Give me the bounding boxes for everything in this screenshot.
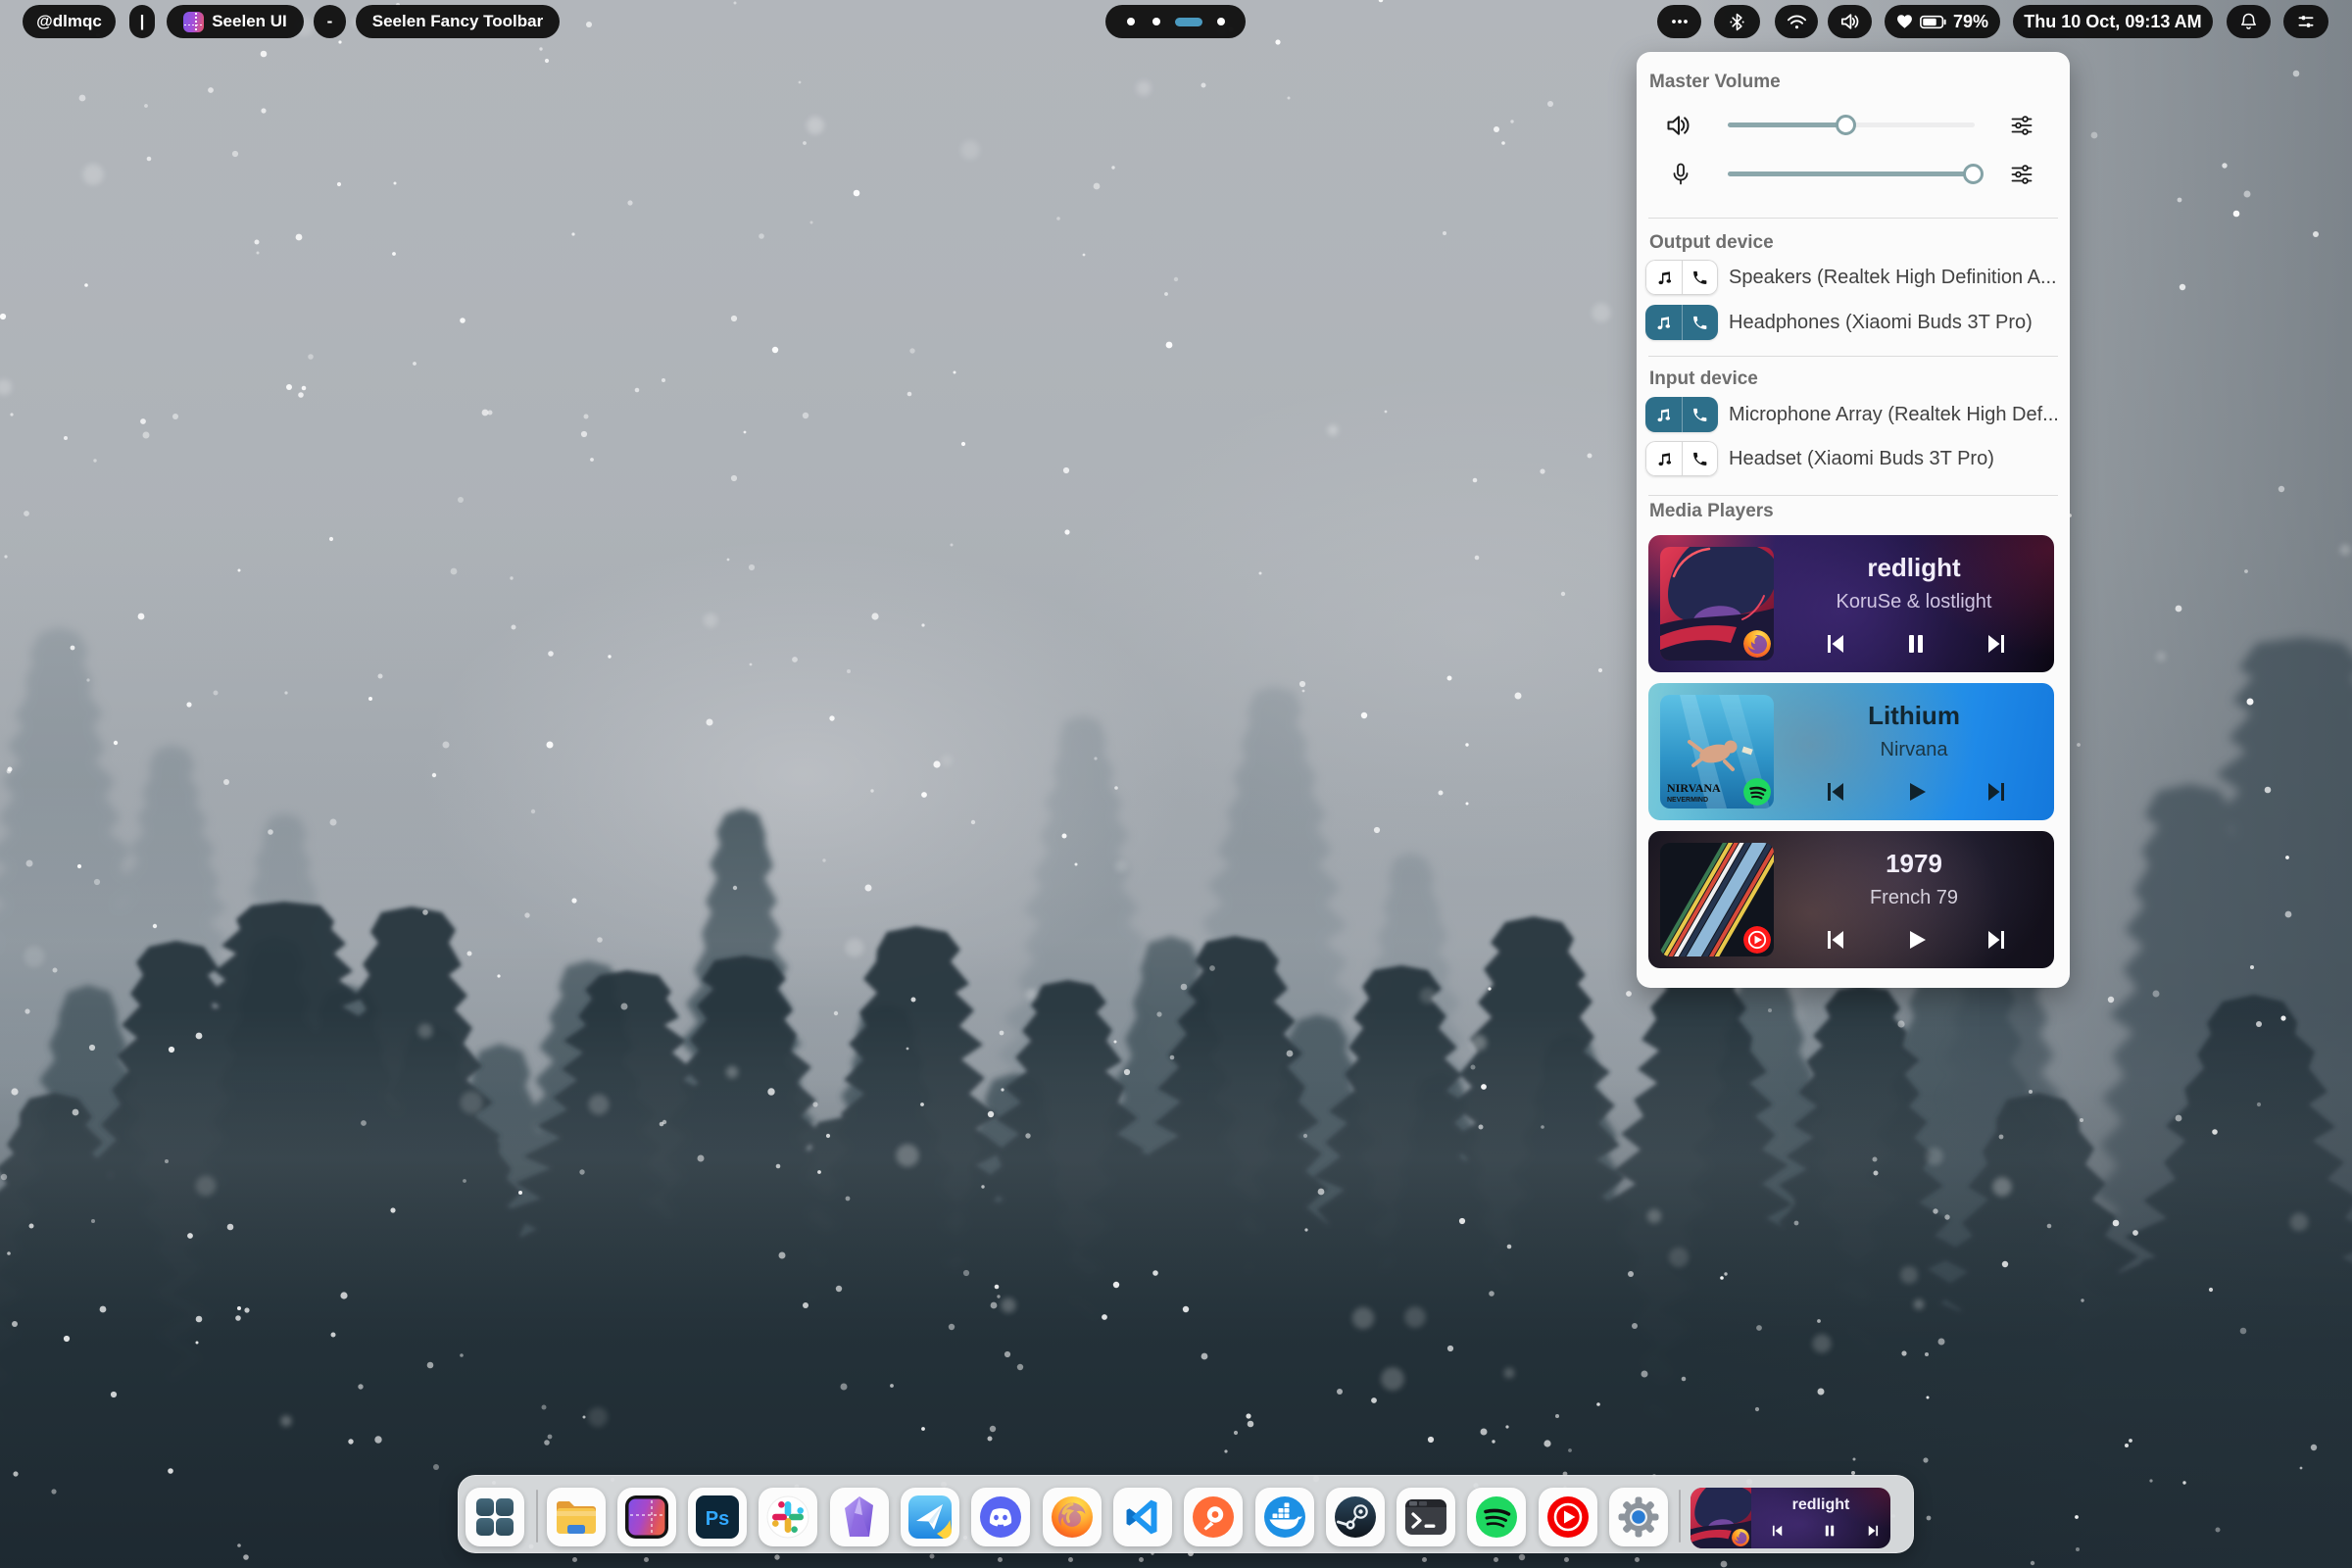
svg-text:NIRVANA: NIRVANA	[1667, 781, 1721, 795]
svg-text:NEVERMIND: NEVERMIND	[1667, 797, 1708, 804]
svg-text:Ps: Ps	[706, 1508, 729, 1530]
